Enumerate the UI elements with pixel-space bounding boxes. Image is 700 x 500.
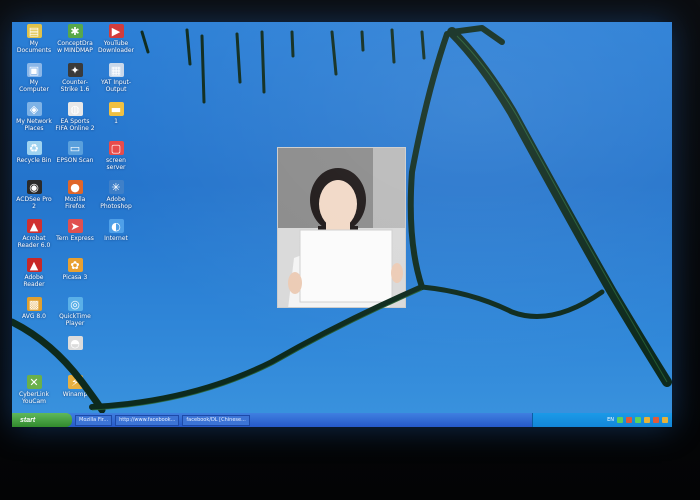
tray-icon[interactable] — [653, 417, 659, 423]
taskbar-item[interactable]: Mozilla Fir... — [75, 414, 113, 426]
screen-crack-overlay — [12, 25, 672, 414]
tray-icon[interactable] — [626, 417, 632, 423]
tray-icon[interactable] — [635, 417, 641, 423]
tray-icon[interactable] — [617, 417, 623, 423]
taskbar-item[interactable]: facebook/DL [Chinese... — [182, 414, 250, 426]
taskbar-item[interactable]: http://www.facebook... — [115, 414, 180, 426]
language-indicator[interactable]: EN — [607, 417, 614, 423]
tray-icon[interactable] — [662, 417, 668, 423]
taskbar: start Mozilla Fir... http://www.facebook… — [12, 413, 672, 427]
start-button[interactable]: start — [12, 413, 72, 427]
desktop-screen: ▤ My Documents ✱ ConceptDraw MINDMAP ▶ YouTub… — [12, 22, 672, 427]
tray-icon[interactable] — [644, 417, 650, 423]
system-tray[interactable]: EN — [532, 413, 672, 427]
